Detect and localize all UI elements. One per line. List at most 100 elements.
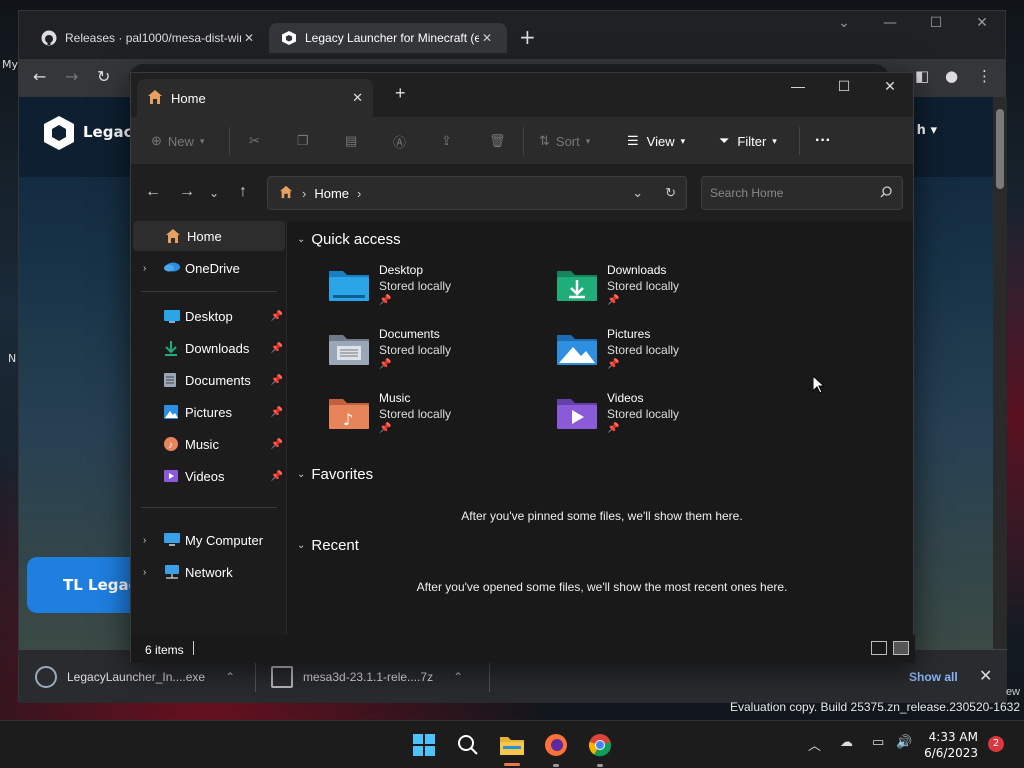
forward-button[interactable]: → [65, 67, 78, 86]
nav-item-videos[interactable]: Videos 📌 [131, 461, 287, 491]
header-menu-fragment[interactable]: h ▾ [917, 123, 937, 138]
pin-icon[interactable]: 📌 [271, 407, 283, 418]
section-header-quick-access[interactable]: ⌄ Quick access [297, 231, 401, 248]
chrome-tab-legacy-launcher[interactable]: Legacy Launcher for Minecraft (e ✕ [269, 23, 507, 53]
volume-icon[interactable]: 🔊 [896, 735, 912, 750]
nav-item-my-computer[interactable]: › My Computer [131, 525, 287, 555]
copy-icon[interactable]: ❐ [297, 129, 309, 153]
side-panel-icon[interactable]: ◧ [915, 67, 929, 85]
quick-access-tile[interactable]: Documents Stored locally 📌 [289, 327, 509, 383]
chrome-tab-releases[interactable]: Releases · pal1000/mesa-dist-win ✕ [29, 23, 269, 53]
close-window-button[interactable]: ✕ [867, 73, 913, 103]
show-hidden-icons-chevron[interactable]: ︿ [808, 735, 821, 754]
download-item[interactable]: mesa3d-23.1.1-rele....7z ⌃ [271, 662, 463, 692]
chevron-down-icon[interactable]: ⌄ [821, 15, 867, 31]
quick-access-tile[interactable]: Desktop Stored locally 📌 [289, 263, 509, 319]
maximize-button[interactable]: ☐ [913, 15, 959, 31]
tile-name: Documents [379, 327, 440, 341]
details-view-icon[interactable] [871, 641, 887, 655]
chevron-down-icon[interactable]: ⌄ [632, 185, 643, 201]
close-icon[interactable]: ✕ [479, 31, 495, 45]
quick-access-tile[interactable]: Downloads Stored locally 📌 [517, 263, 737, 319]
chevron-down-icon[interactable]: ⌄ [297, 540, 305, 551]
filter-button[interactable]: ⏷ Filter ▾ [719, 129, 777, 153]
nav-item-onedrive[interactable]: › OneDrive [131, 253, 287, 283]
section-header-favorites[interactable]: ⌄ Favorites [297, 466, 373, 483]
minimize-button[interactable]: — [775, 73, 821, 103]
sort-button[interactable]: ⇅ Sort ▾ [539, 129, 590, 153]
show-all-downloads-link[interactable]: Show all [909, 670, 958, 684]
search-button[interactable] [454, 731, 482, 759]
up-button[interactable]: ↑ [239, 183, 247, 201]
search-box[interactable] [701, 176, 903, 210]
close-icon[interactable]: ✕ [352, 90, 363, 106]
nav-item-music[interactable]: ♪ Music 📌 [131, 429, 287, 459]
chevron-up-icon[interactable]: ⌃ [453, 670, 463, 684]
explorer-tab-home[interactable]: Home ✕ [137, 79, 373, 117]
chevron-down-icon[interactable]: ⌄ [297, 469, 305, 480]
pin-icon[interactable]: 📌 [271, 471, 283, 482]
taskbar-firefox[interactable] [542, 731, 570, 759]
tiles-view-icon[interactable] [893, 641, 909, 655]
system-clock[interactable]: 4:33 AM 6/6/2023 [922, 729, 978, 761]
new-button-label: New [167, 133, 194, 149]
new-tab-button[interactable]: + [519, 25, 536, 49]
search-input[interactable] [702, 177, 872, 209]
nav-item-documents[interactable]: Documents 📌 [131, 365, 287, 395]
chevron-right-icon[interactable]: › [143, 263, 146, 274]
view-button[interactable]: ☰ View ▾ [627, 129, 685, 153]
maximize-button[interactable]: ☐ [821, 73, 867, 103]
pin-icon[interactable]: 📌 [271, 439, 283, 450]
cloud-offline-icon[interactable]: ☁ [840, 735, 853, 750]
section-header-recent[interactable]: ⌄ Recent [297, 537, 359, 554]
rename-icon[interactable]: Ⓐ [393, 129, 406, 153]
back-button[interactable]: ← [145, 183, 161, 201]
breadcrumb-home[interactable]: Home [314, 186, 349, 201]
page-scrollbar[interactable] [993, 97, 1007, 649]
chevron-right-icon[interactable]: › [143, 535, 146, 546]
more-options-button[interactable]: ··· [815, 129, 831, 153]
paste-icon[interactable]: ▤ [345, 129, 357, 153]
scrollbar-thumb[interactable] [996, 109, 1004, 189]
nav-item-downloads[interactable]: Downloads 📌 [131, 333, 287, 363]
profile-icon[interactable]: ● [945, 67, 958, 85]
taskbar-chrome[interactable] [586, 731, 614, 759]
close-downloads-bar-button[interactable]: ✕ [979, 666, 992, 685]
quick-access-tile[interactable]: ♪ Music Stored locally 📌 [289, 391, 509, 447]
notification-badge[interactable]: 2 [988, 736, 1004, 752]
menu-kebab-icon[interactable]: ⋮ [977, 67, 992, 85]
taskbar-file-explorer[interactable] [498, 731, 526, 759]
close-window-button[interactable]: ✕ [959, 15, 1005, 31]
chevron-right-icon[interactable]: › [143, 567, 146, 578]
pin-icon[interactable]: 📌 [271, 375, 283, 386]
quick-access-tile[interactable]: Pictures Stored locally 📌 [517, 327, 737, 383]
nav-item-label: Desktop [185, 308, 233, 324]
minimize-button[interactable]: — [867, 15, 913, 31]
share-icon[interactable]: ⇪ [441, 129, 452, 153]
new-button[interactable]: ⊕ New ▾ [151, 129, 204, 153]
explorer-new-tab-button[interactable]: + [395, 83, 406, 104]
quick-access-tile[interactable]: Videos Stored locally 📌 [517, 391, 737, 447]
nav-item-network[interactable]: › Network [131, 557, 287, 587]
address-bar[interactable]: › Home › ⌄ ↻ [267, 176, 687, 210]
close-icon[interactable]: ✕ [241, 31, 257, 45]
nav-item-desktop[interactable]: Desktop 📌 [131, 301, 287, 331]
reload-button[interactable]: ↻ [97, 67, 110, 86]
recent-locations-chevron-icon[interactable]: ⌄ [209, 186, 219, 200]
start-button[interactable] [410, 731, 438, 759]
chevron-down-icon[interactable]: ⌄ [297, 234, 305, 245]
refresh-icon[interactable]: ↻ [665, 185, 676, 201]
nav-item-pictures[interactable]: Pictures 📌 [131, 397, 287, 427]
delete-icon[interactable]: 🗑 [489, 129, 506, 153]
download-item[interactable]: LegacyLauncher_In....exe ⌃ [35, 662, 235, 692]
pin-icon[interactable]: 📌 [271, 343, 283, 354]
cut-icon[interactable]: ✂ [249, 129, 260, 153]
chevron-right-icon[interactable]: › [357, 186, 361, 201]
nav-item-home[interactable]: Home [133, 221, 285, 251]
back-button[interactable]: ← [33, 67, 46, 86]
pin-icon[interactable]: 📌 [271, 311, 283, 322]
svg-text:♪: ♪ [343, 410, 353, 429]
chevron-up-icon[interactable]: ⌃ [225, 670, 235, 684]
network-icon[interactable]: ▭ [872, 735, 884, 750]
forward-button[interactable]: → [179, 183, 195, 201]
